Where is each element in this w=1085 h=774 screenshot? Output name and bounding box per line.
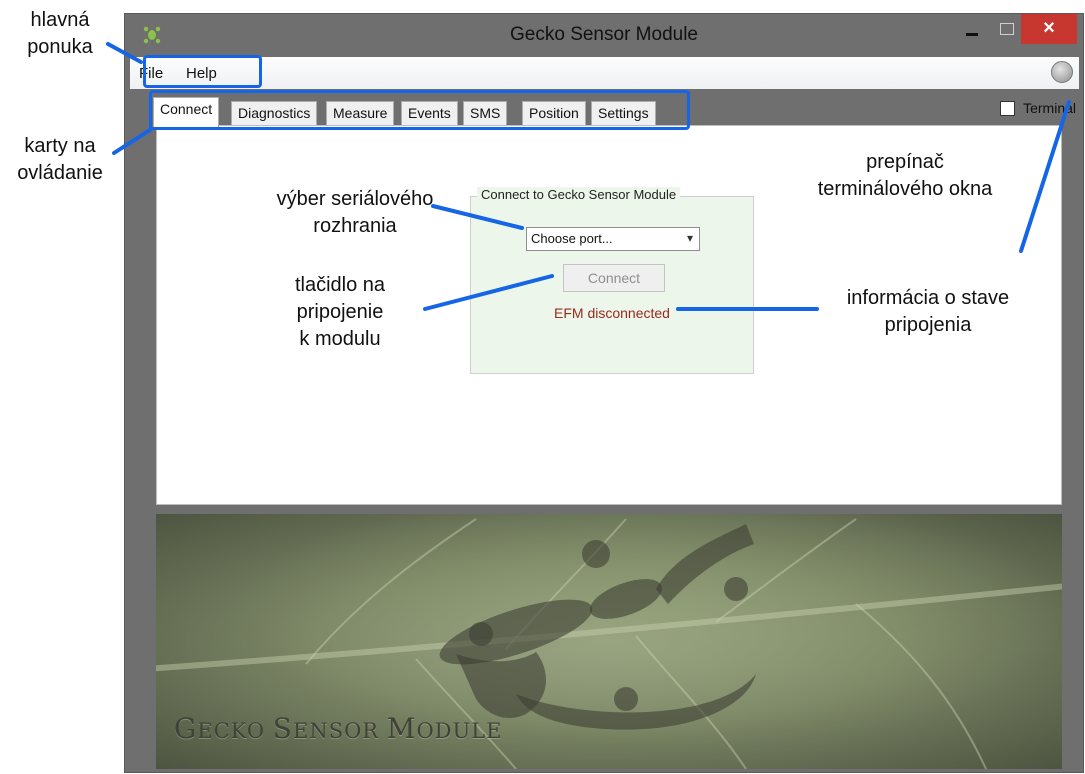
gecko-banner-image: GECKO SENSOR MODULE [156,514,1062,769]
connection-status: EFM disconnected [554,305,670,321]
annotation-tabs: karty na ovládanie [17,135,103,184]
maximize-icon[interactable] [991,14,1021,44]
close-icon[interactable]: × [1021,14,1077,44]
status-orb-icon [1051,61,1073,83]
connect-group-title: Connect to Gecko Sensor Module [477,187,681,202]
terminal-label: Terminal [1023,100,1076,116]
tabs-highlight [149,90,690,130]
connect-groupbox: Connect to Gecko Sensor Module Choose po… [470,187,754,374]
tab-connect[interactable]: Connect [153,97,220,127]
annotation-serial-select: výber seriálového rozhrania [276,188,434,237]
connect-button[interactable]: Connect [563,264,665,292]
terminal-checkbox[interactable] [1000,101,1016,116]
main-menu-highlight [143,55,262,88]
banner-title: GECKO SENSOR MODULE [174,712,503,745]
annotation-connect-button: tlačidlo na pripojenie k modulu [294,274,386,350]
title-bar[interactable]: Gecko Sensor Module × [125,14,1083,56]
annotation-main-menu: hlavná ponuka [27,9,93,58]
annotation-terminal-toggle: prepínač terminálového okna [817,151,993,200]
annotation-connection-status: informácia o stave pripojenia [846,287,1010,336]
main-menu-bar: File Help [130,57,1079,89]
terminal-toggle[interactable]: Terminal [1000,100,1076,116]
port-select[interactable]: Choose port... ▾ [526,227,700,251]
minimize-icon[interactable] [957,14,987,44]
port-select-value: Choose port... [531,231,613,246]
chevron-down-icon[interactable]: ▾ [687,231,693,245]
window-title: Gecko Sensor Module [510,24,698,45]
